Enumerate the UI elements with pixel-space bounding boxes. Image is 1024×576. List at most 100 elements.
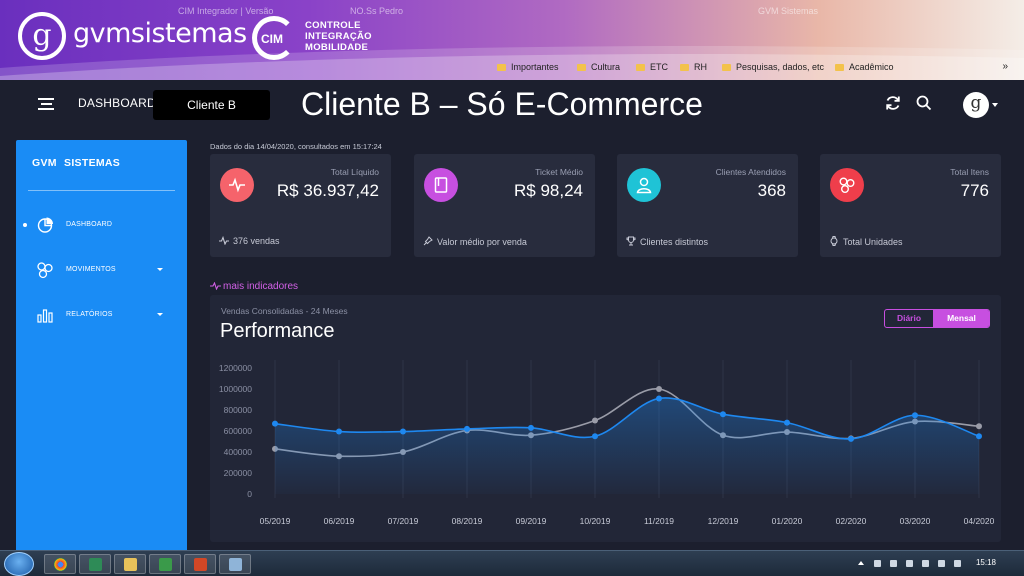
data-point bbox=[976, 423, 982, 430]
taskbar-window-icon[interactable] bbox=[219, 554, 251, 574]
trophy-icon bbox=[626, 236, 636, 246]
kpi-value: R$ 36.937,42 bbox=[276, 181, 379, 200]
taskbar-app-icon[interactable] bbox=[79, 554, 111, 574]
search-icon[interactable] bbox=[915, 94, 933, 112]
folder-icon bbox=[722, 64, 731, 71]
performance-panel: 1200000 1000000 800000 600000 400000 200000 0 0… bbox=[210, 295, 1001, 542]
x-tick-label: 09/2019 bbox=[516, 516, 547, 526]
x-tick-label: 08/2019 bbox=[452, 516, 483, 526]
pin-icon bbox=[423, 236, 433, 246]
user-icon bbox=[636, 177, 652, 194]
y-tick-label: 1000000 bbox=[219, 384, 252, 394]
tray-icon[interactable] bbox=[938, 560, 945, 567]
sidebar-item-dashboard[interactable]: DASHBOARD bbox=[16, 212, 187, 238]
tray-icon[interactable] bbox=[890, 560, 897, 567]
browser-tab[interactable]: GVM Sistemas bbox=[758, 6, 818, 16]
bookmark-item[interactable]: Acadêmico bbox=[835, 62, 894, 72]
book-icon bbox=[434, 177, 448, 193]
data-point bbox=[400, 428, 406, 435]
toggle-mensal[interactable]: Mensal bbox=[933, 310, 989, 327]
gvm-logo-mark: g bbox=[18, 12, 66, 60]
taskbar-powerpoint-icon[interactable] bbox=[184, 554, 216, 574]
performance-title: Performance bbox=[220, 320, 335, 342]
system-tray: 15:18 bbox=[854, 551, 1024, 576]
sidebar-item-label: RELATÓRIOS bbox=[66, 311, 113, 318]
cim-logo: CIM CONTROLE INTEGRAÇÃO MOBILIDADE bbox=[252, 16, 382, 60]
taskbar-folder-icon[interactable] bbox=[114, 554, 146, 574]
gvm-logo: g gvmsistemas bbox=[18, 12, 263, 64]
activity-icon bbox=[219, 235, 229, 246]
more-indicators-link[interactable]: mais indicadores bbox=[210, 281, 298, 292]
y-tick-label: 800000 bbox=[224, 405, 253, 415]
taskbar: 15:18 bbox=[0, 550, 1024, 576]
kpi-footer: Valor médio por venda bbox=[423, 236, 527, 247]
start-button[interactable] bbox=[4, 552, 34, 576]
active-indicator bbox=[23, 223, 27, 227]
bar-chart-icon bbox=[37, 309, 53, 323]
x-tick-label: 10/2019 bbox=[580, 516, 611, 526]
chevron-down-icon bbox=[157, 313, 163, 316]
data-point bbox=[336, 428, 342, 435]
taskbar-chrome-icon[interactable] bbox=[44, 554, 76, 574]
browser-tab[interactable]: NO.Ss Pedro bbox=[350, 6, 403, 16]
gvm-logo-text: gvmsistemas bbox=[73, 18, 247, 49]
chevron-down-icon[interactable] bbox=[992, 103, 998, 107]
kpi-title: Clientes Atendidos bbox=[715, 167, 786, 177]
client-selector[interactable]: Cliente B bbox=[153, 90, 270, 120]
kpi-value: 776 bbox=[960, 181, 989, 200]
kpi-card-ticket-medio: Ticket Médio R$ 98,24 Valor médio por ve… bbox=[414, 154, 595, 257]
data-point bbox=[976, 433, 982, 440]
volume-icon[interactable] bbox=[922, 560, 929, 567]
data-point bbox=[464, 425, 470, 432]
tray-expand-icon[interactable] bbox=[858, 561, 864, 565]
period-toggle: Diário Mensal bbox=[884, 309, 990, 328]
network-icon[interactable] bbox=[906, 560, 913, 567]
kpi-icon-badge bbox=[220, 168, 254, 202]
x-tick-label: 07/2019 bbox=[388, 516, 419, 526]
x-tick-label: 04/2020 bbox=[964, 516, 995, 526]
screen: CIM Integrador | Versão NO.Ss Pedro GVM … bbox=[0, 0, 1024, 576]
toggle-diario[interactable]: Diário bbox=[885, 310, 933, 327]
x-tick-label: 06/2019 bbox=[324, 516, 355, 526]
tray-icon[interactable] bbox=[954, 560, 961, 567]
bookmark-item[interactable]: RH bbox=[680, 62, 707, 72]
kpi-card-clientes-atendidos: Clientes Atendidos 368 Clientes distinto… bbox=[617, 154, 798, 257]
sidebar-divider bbox=[28, 190, 175, 191]
x-tick-label: 02/2020 bbox=[836, 516, 867, 526]
refresh-icon[interactable] bbox=[884, 94, 902, 112]
bookmark-item[interactable]: Pesquisas, dados, etc bbox=[722, 62, 824, 72]
tray-icon[interactable] bbox=[874, 560, 881, 567]
kpi-value: 368 bbox=[757, 181, 786, 200]
kpi-icon-badge bbox=[424, 168, 458, 202]
kpi-card-total-liquido: Total Líquido R$ 36.937,42 376 vendas bbox=[210, 154, 391, 257]
folder-icon bbox=[577, 64, 586, 71]
data-point bbox=[848, 435, 854, 442]
section-title: DASHBOARD bbox=[78, 96, 156, 110]
bookmark-item[interactable]: Importantes bbox=[497, 62, 559, 72]
folder-icon bbox=[835, 64, 844, 71]
data-point bbox=[592, 433, 598, 440]
activity-icon bbox=[229, 177, 245, 193]
sidebar: GVM SISTEMAS DASHBOARD MOVIMENTOS RELATÓ… bbox=[16, 140, 187, 560]
y-tick-label: 400000 bbox=[224, 447, 253, 457]
kpi-title: Total Itens bbox=[950, 167, 989, 177]
bookmark-item[interactable]: ETC bbox=[636, 62, 668, 72]
chevron-down-icon bbox=[157, 268, 163, 271]
bookmarks-overflow-button[interactable]: » bbox=[1002, 61, 1008, 72]
hamburger-menu-icon[interactable] bbox=[38, 98, 54, 110]
user-avatar[interactable]: g bbox=[963, 92, 989, 118]
kpi-card-total-itens: Total Itens 776 Total Unidades bbox=[820, 154, 1001, 257]
y-tick-label: 200000 bbox=[224, 468, 253, 478]
data-point bbox=[912, 412, 918, 419]
folder-icon bbox=[680, 64, 689, 71]
sidebar-item-movimentos[interactable]: MOVIMENTOS bbox=[16, 257, 187, 283]
bookmark-item[interactable]: Cultura bbox=[577, 62, 620, 72]
taskbar-app-icon[interactable] bbox=[149, 554, 181, 574]
sidebar-item-relatorios[interactable]: RELATÓRIOS bbox=[16, 302, 187, 328]
cim-logo-text: CONTROLE INTEGRAÇÃO MOBILIDADE bbox=[305, 20, 372, 53]
watch-icon bbox=[830, 236, 838, 246]
data-point bbox=[656, 395, 662, 402]
sidebar-item-label: DASHBOARD bbox=[66, 221, 113, 228]
x-tick-label: 12/2019 bbox=[708, 516, 739, 526]
molecule-icon bbox=[839, 177, 855, 193]
